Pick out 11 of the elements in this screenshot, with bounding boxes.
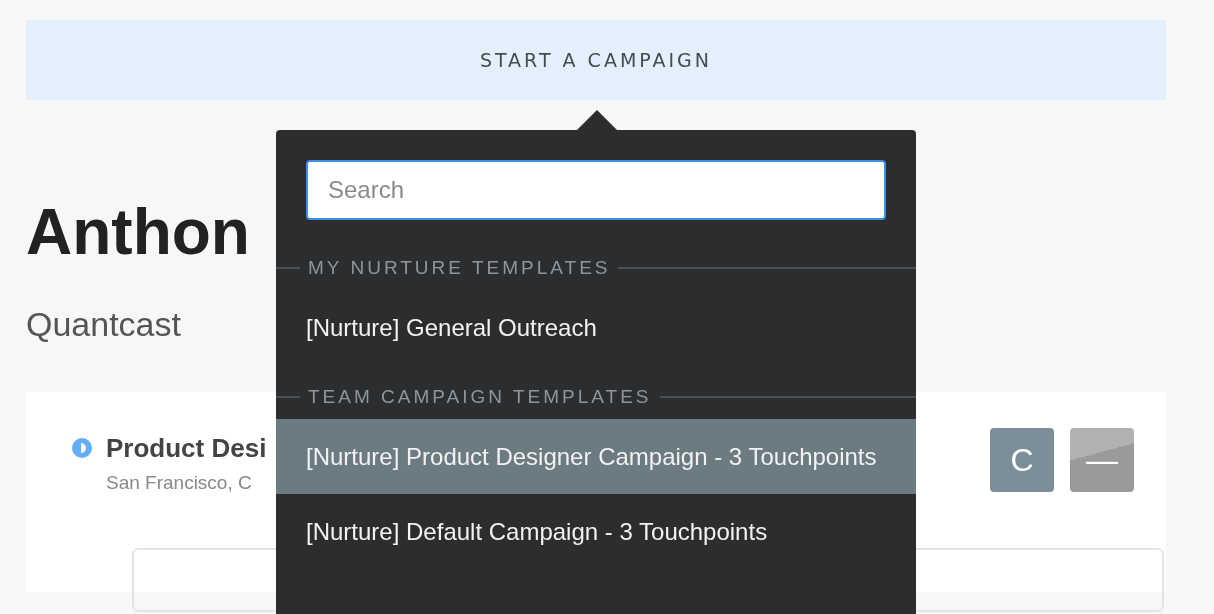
template-item[interactable]: [Nurture] Default Campaign - 3 Touchpoints (276, 494, 916, 569)
position-title: Product Desi (106, 432, 267, 465)
section-heading: MY NURTURE TEMPLATES (307, 257, 612, 279)
position-location: San Francisco, C (106, 471, 252, 495)
template-item[interactable]: [Nurture] General Outreach (276, 290, 916, 365)
section-heading: TEAM CAMPAIGN TEMPLATES (307, 386, 653, 408)
contact-name: Anthon (26, 195, 250, 270)
company-name: Quantcast (26, 304, 181, 345)
template-item[interactable]: [Nurture] Product Designer Campaign - 3 Touchpoints (276, 419, 916, 494)
search-field[interactable]: Search (306, 160, 886, 220)
start-campaign-button[interactable]: START A CAMPAIGN (26, 20, 1166, 100)
